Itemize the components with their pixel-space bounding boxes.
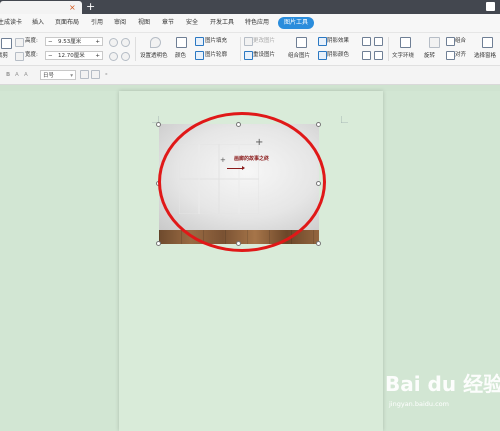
menu-item-page-layout[interactable]: 页面布局 — [55, 14, 79, 32]
rotate-left-icon[interactable] — [109, 38, 118, 47]
chevron-down-icon: ▾ — [70, 73, 73, 79]
menu-item-features[interactable]: 特色应用 — [245, 14, 269, 32]
resize-handle-bottom-left[interactable] — [156, 241, 161, 246]
resize-handle-top-right[interactable] — [316, 122, 321, 127]
format-bar: B A A 日号 ▾ ⚬ — [0, 66, 500, 85]
title-bar: × + — [0, 0, 500, 14]
highlight-ellipse — [158, 112, 326, 252]
ribbon-toolbar: 裁剪 高度: 宽度: − 9.53厘米 + − 12.70厘米 + 设置透明色 … — [0, 33, 500, 66]
menu-item-view[interactable]: 视图 — [138, 14, 150, 32]
change-picture-icon[interactable] — [244, 37, 253, 46]
ribbon-divider — [135, 37, 136, 61]
text-wrap-label[interactable]: 文字环绕 — [392, 52, 414, 60]
watermark-url: jingyan.baidu.com — [389, 400, 449, 408]
picture-outline-icon[interactable] — [195, 51, 204, 60]
shadow-nudge-down-icon[interactable] — [362, 51, 371, 60]
format-icon[interactable] — [91, 70, 100, 79]
combine-picture-icon[interactable] — [296, 37, 307, 48]
resize-handle-top-left[interactable] — [156, 122, 161, 127]
ribbon-divider — [388, 37, 389, 61]
font-color-icon[interactable]: A — [15, 71, 19, 79]
group-icon[interactable] — [446, 37, 455, 46]
menu-bar: 生成读卡 插入 页面布局 引用 审阅 视图 章节 安全 开发工具 特色应用 图片… — [0, 14, 500, 33]
height-plus-icon[interactable]: + — [95, 38, 100, 47]
font-size-select[interactable]: 日号 ▾ — [40, 70, 76, 80]
shadow-nudge-right-icon[interactable] — [374, 51, 383, 60]
resize-handle-bottom-right[interactable] — [316, 241, 321, 246]
crop-label[interactable]: 裁剪 — [0, 52, 8, 60]
more-icon[interactable]: ⚬ — [104, 71, 109, 79]
tab-close-icon[interactable]: × — [69, 2, 76, 13]
text-wrap-icon[interactable] — [400, 37, 411, 48]
group-label[interactable]: 组合 — [455, 37, 466, 45]
shadow-toggle-icon[interactable] — [374, 37, 383, 46]
window-control-icon[interactable] — [486, 2, 495, 11]
flip-vertical-icon[interactable] — [121, 52, 130, 61]
reset-picture-icon[interactable] — [244, 51, 253, 60]
erase-format-icon[interactable]: A — [24, 71, 28, 79]
shadow-effect-icon[interactable] — [318, 37, 327, 46]
crop-icon[interactable] — [1, 38, 12, 49]
rotate-icon[interactable] — [429, 37, 440, 48]
margin-corner-icon — [341, 116, 348, 123]
width-input[interactable]: − 12.70厘米 + — [45, 51, 103, 60]
align-icon[interactable] — [446, 51, 455, 60]
menu-item-insert[interactable]: 插入 — [32, 14, 44, 32]
rotate-label[interactable]: 旋转 — [424, 52, 435, 60]
font-size-value: 日号 — [43, 73, 55, 79]
watermark-brand: Bai du 经验 — [385, 372, 500, 396]
width-plus-icon[interactable]: + — [95, 52, 100, 61]
ribbon-divider — [240, 37, 241, 61]
flip-icon[interactable] — [109, 52, 118, 61]
width-value: 12.70厘米 — [58, 53, 85, 59]
rotate-right-icon[interactable] — [121, 38, 130, 47]
new-tab-icon[interactable]: + — [86, 1, 95, 13]
height-label: 高度: — [25, 38, 38, 44]
align-label[interactable]: 对齐 — [455, 51, 466, 59]
menu-item-review[interactable]: 审阅 — [114, 14, 126, 32]
lock-ratio-icon[interactable] — [15, 38, 24, 47]
height-value: 9.53厘米 — [58, 39, 82, 45]
format-icon[interactable] — [80, 70, 89, 79]
select-pane-icon[interactable] — [482, 37, 493, 48]
height-minus-icon[interactable]: − — [48, 38, 53, 47]
picture-fill-label[interactable]: 图片填充 — [205, 37, 227, 45]
menu-item-reading[interactable]: 生成读卡 — [0, 14, 22, 32]
shadow-color-label[interactable]: 阴影颜色 — [327, 51, 349, 59]
menu-item-developer[interactable]: 开发工具 — [210, 14, 234, 32]
color-label[interactable]: 颜色 — [175, 52, 186, 60]
height-input[interactable]: − 9.53厘米 + — [45, 37, 103, 46]
menu-item-chapter[interactable]: 章节 — [162, 14, 174, 32]
select-pane-label[interactable]: 选择窗格 — [474, 52, 496, 60]
set-transparent-label[interactable]: 设置透明色 — [140, 52, 168, 60]
width-minus-icon[interactable]: − — [48, 52, 53, 61]
menu-item-picture-tools[interactable]: 图片工具 — [278, 17, 315, 29]
reset-picture-label[interactable]: 重设图片 — [253, 51, 275, 59]
bold-icon[interactable]: B — [6, 71, 10, 79]
baidu-watermark: Bai du 经验 jingyan.baidu.com — [385, 366, 500, 418]
menu-item-security[interactable]: 安全 — [186, 14, 198, 32]
change-picture-label[interactable]: 更改图片 — [253, 37, 275, 45]
combine-picture-label[interactable]: 组合图片 — [288, 52, 310, 60]
menu-item-references[interactable]: 引用 — [91, 14, 103, 32]
width-label: 宽度: — [25, 52, 38, 58]
size-icon[interactable] — [15, 52, 24, 61]
shadow-effect-label[interactable]: 阴影效果 — [327, 37, 349, 45]
shadow-nudge-icon[interactable] — [362, 37, 371, 46]
transparent-color-icon[interactable] — [150, 37, 161, 48]
picture-fill-icon[interactable] — [195, 37, 204, 46]
picture-outline-label[interactable]: 图片轮廓 — [205, 51, 227, 59]
color-icon[interactable] — [176, 37, 187, 48]
document-tab[interactable]: × — [0, 1, 82, 14]
shadow-color-icon[interactable] — [318, 51, 327, 60]
